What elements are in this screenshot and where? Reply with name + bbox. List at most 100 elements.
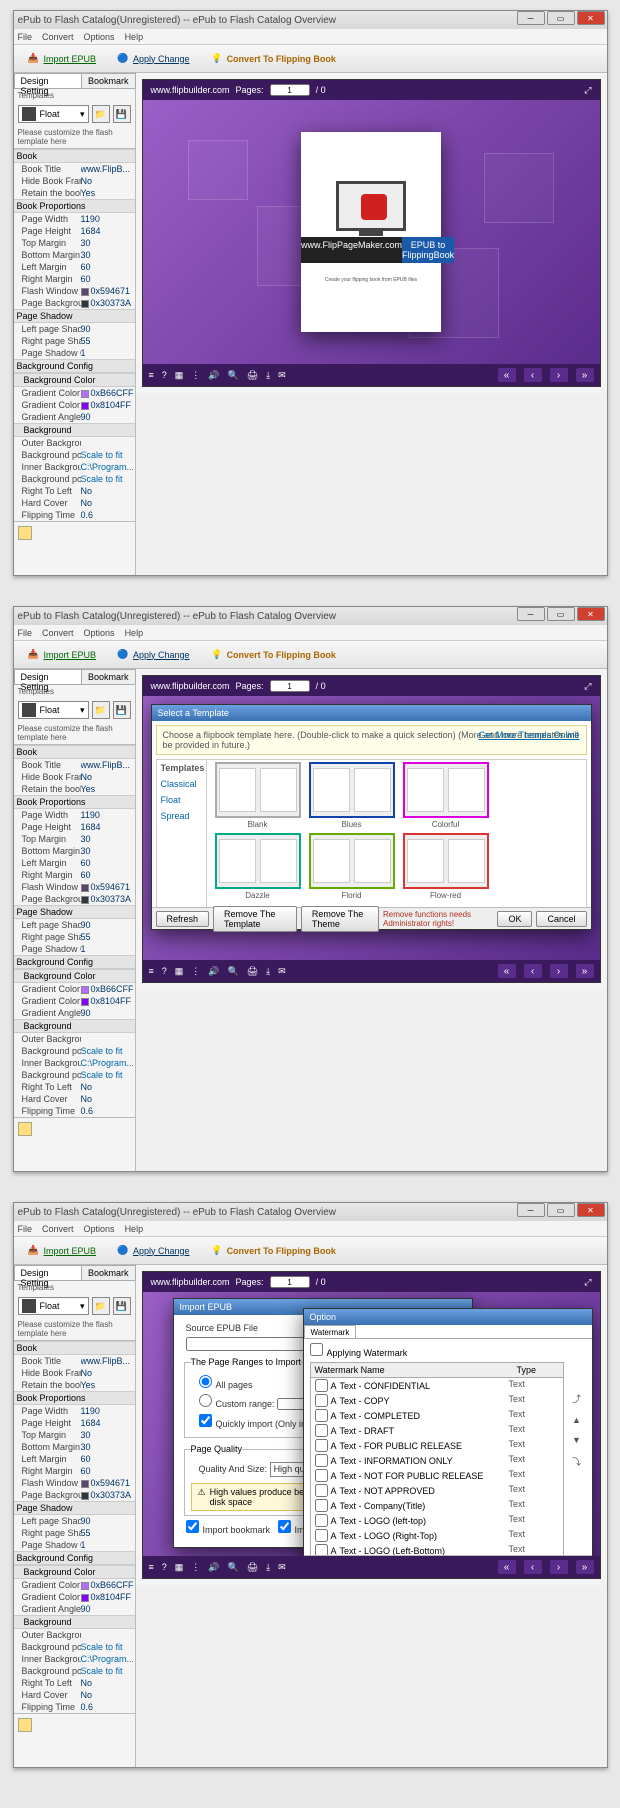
move-top-icon[interactable]: ⤴ — [572, 1392, 581, 1405]
menu-file[interactable]: File — [18, 32, 33, 42]
minimize-button[interactable]: ─ — [517, 11, 545, 25]
watermark-row[interactable]: AText - LOGO (Right-Top) Text — [311, 1528, 563, 1543]
group-book[interactable]: Book — [14, 149, 135, 163]
remove-theme-button[interactable]: Remove The Theme — [301, 906, 379, 932]
watermark-check[interactable] — [315, 1544, 328, 1555]
ok-button[interactable]: OK — [497, 911, 532, 927]
group-background[interactable]: Background — [14, 1615, 135, 1629]
help-icon[interactable]: ? — [162, 370, 167, 380]
watermark-row[interactable]: AText - NOT FOR PUBLIC RELEASE Text — [311, 1468, 563, 1483]
group-background-config[interactable]: Background Config — [14, 359, 135, 373]
watermark-check[interactable] — [315, 1499, 328, 1512]
next-page-button[interactable]: › — [550, 368, 568, 382]
watermark-row[interactable]: AText - NOT APPROVED Text — [311, 1483, 563, 1498]
menu-options[interactable]: Options — [84, 32, 115, 42]
group-book[interactable]: Book — [14, 1341, 135, 1355]
group-background[interactable]: Background — [14, 1019, 135, 1033]
refresh-button[interactable]: Refresh — [156, 911, 210, 927]
group-book-proportions[interactable]: Book Proportions — [14, 1391, 135, 1405]
watermark-row[interactable]: AText - FOR PUBLIC RELEASE Text — [311, 1438, 563, 1453]
thumbnails-icon[interactable]: ▦ — [175, 370, 184, 381]
maximize-button[interactable]: ▭ — [547, 11, 575, 25]
flip-canvas[interactable]: www.FlipPageMaker.comEPUB to FlippingBoo… — [143, 100, 600, 364]
template-cell[interactable]: Colorful — [403, 762, 489, 829]
page-input[interactable] — [270, 84, 310, 96]
menu-help[interactable]: Help — [125, 32, 144, 42]
watermark-check[interactable] — [315, 1424, 328, 1437]
import-bookmark-check[interactable] — [186, 1520, 199, 1533]
convert-button[interactable]: 💡Convert To Flipping Book — [203, 49, 343, 69]
group-background-color[interactable]: Background Color — [14, 969, 135, 983]
tmpl-type-float[interactable]: Float — [157, 792, 206, 808]
group-book[interactable]: Book — [14, 745, 135, 759]
template-save-button[interactable]: 💾 — [113, 105, 131, 123]
tab-watermark[interactable]: Watermark — [304, 1325, 357, 1338]
tmpl-type-classical[interactable]: Classical — [157, 776, 206, 792]
property-description — [14, 521, 135, 575]
watermark-row[interactable]: AText - LOGO (Left-Bottom) Text — [311, 1543, 563, 1555]
first-page-button[interactable]: « — [498, 368, 516, 382]
cancel-button[interactable]: Cancel — [536, 911, 586, 927]
zoom-icon[interactable]: 🔍 — [228, 370, 239, 381]
template-dropdown[interactable]: Float▾ — [18, 105, 89, 123]
group-page-shadow[interactable]: Page Shadow — [14, 1501, 135, 1515]
group-background-config[interactable]: Background Config — [14, 955, 135, 969]
close-button[interactable]: ✕ — [577, 11, 605, 25]
print-icon[interactable]: 🖨 — [247, 370, 258, 381]
watermark-list[interactable]: Watermark NameType AText - CONFIDENTIAL … — [310, 1362, 564, 1555]
fullscreen-icon[interactable]: ⤢ — [584, 85, 591, 96]
import-epub-button[interactable]: 📥Import EPUB — [20, 49, 104, 69]
group-page-shadow[interactable]: Page Shadow — [14, 309, 135, 323]
group-background-color[interactable]: Background Color — [14, 1565, 135, 1579]
watermark-check[interactable] — [315, 1394, 328, 1407]
template-cell[interactable]: Flow-red — [403, 833, 489, 900]
watermark-row[interactable]: AText - LOGO (left-top) Text — [311, 1513, 563, 1528]
all-pages-radio[interactable] — [199, 1375, 212, 1388]
prev-page-button[interactable]: ‹ — [524, 368, 542, 382]
remove-template-button[interactable]: Remove The Template — [213, 906, 297, 932]
watermark-row[interactable]: AText - COMPLETED Text — [311, 1408, 563, 1423]
group-background-config[interactable]: Background Config — [14, 1551, 135, 1565]
watermark-check[interactable] — [315, 1379, 328, 1392]
last-page-button[interactable]: » — [576, 368, 594, 382]
apply-watermark-check[interactable] — [310, 1343, 323, 1356]
custom-range-radio[interactable] — [199, 1394, 212, 1407]
watermark-check[interactable] — [315, 1409, 328, 1422]
watermark-check[interactable] — [315, 1439, 328, 1452]
watermark-check[interactable] — [315, 1514, 328, 1527]
toc-icon[interactable]: ≡ — [149, 370, 154, 380]
watermark-row[interactable]: AText - Company(Title) Text — [311, 1498, 563, 1513]
template-cell[interactable]: Blank — [215, 762, 301, 829]
group-book-proportions[interactable]: Book Proportions — [14, 795, 135, 809]
watermark-row[interactable]: AText - DRAFT Text — [311, 1423, 563, 1438]
share-icon[interactable]: ✉ — [278, 370, 286, 381]
apply-change-button[interactable]: 🔵Apply Change — [109, 49, 197, 69]
template-browse-button[interactable]: 📁 — [92, 105, 110, 123]
watermark-row[interactable]: AText - INFORMATION ONLY Text — [311, 1453, 563, 1468]
template-cell[interactable]: Blues — [309, 762, 395, 829]
move-down-icon[interactable]: ▼ — [572, 1435, 581, 1445]
watermark-check[interactable] — [315, 1529, 328, 1542]
watermark-row[interactable]: AText - COPY Text — [311, 1393, 563, 1408]
tab-bookmark[interactable]: Bookmark — [81, 73, 136, 88]
template-cell[interactable]: Dazzle — [215, 833, 301, 900]
tmpl-type-spread[interactable]: Spread — [157, 808, 206, 824]
group-page-shadow[interactable]: Page Shadow — [14, 905, 135, 919]
move-bottom-icon[interactable]: ⤵ — [572, 1455, 581, 1468]
group-book-proportions[interactable]: Book Proportions — [14, 199, 135, 213]
download-icon[interactable]: ⤓ — [266, 370, 270, 381]
template-cell[interactable]: Florid — [309, 833, 395, 900]
watermark-check[interactable] — [315, 1454, 328, 1467]
watermark-check[interactable] — [315, 1484, 328, 1497]
watermark-row[interactable]: AText - CONFIDENTIAL Text — [311, 1378, 563, 1393]
quick-import-check[interactable] — [199, 1414, 212, 1427]
group-background-color[interactable]: Background Color — [14, 373, 135, 387]
tab-design-setting[interactable]: Design Setting — [14, 73, 82, 88]
watermark-check[interactable] — [315, 1469, 328, 1482]
move-up-icon[interactable]: ▲ — [572, 1415, 581, 1425]
group-background[interactable]: Background — [14, 423, 135, 437]
menu-convert[interactable]: Convert — [42, 32, 74, 42]
sound-icon[interactable]: 🔊 — [208, 370, 219, 381]
more-themes-link[interactable]: Get More Themes Online — [479, 730, 580, 740]
import-links-check[interactable] — [278, 1520, 291, 1533]
